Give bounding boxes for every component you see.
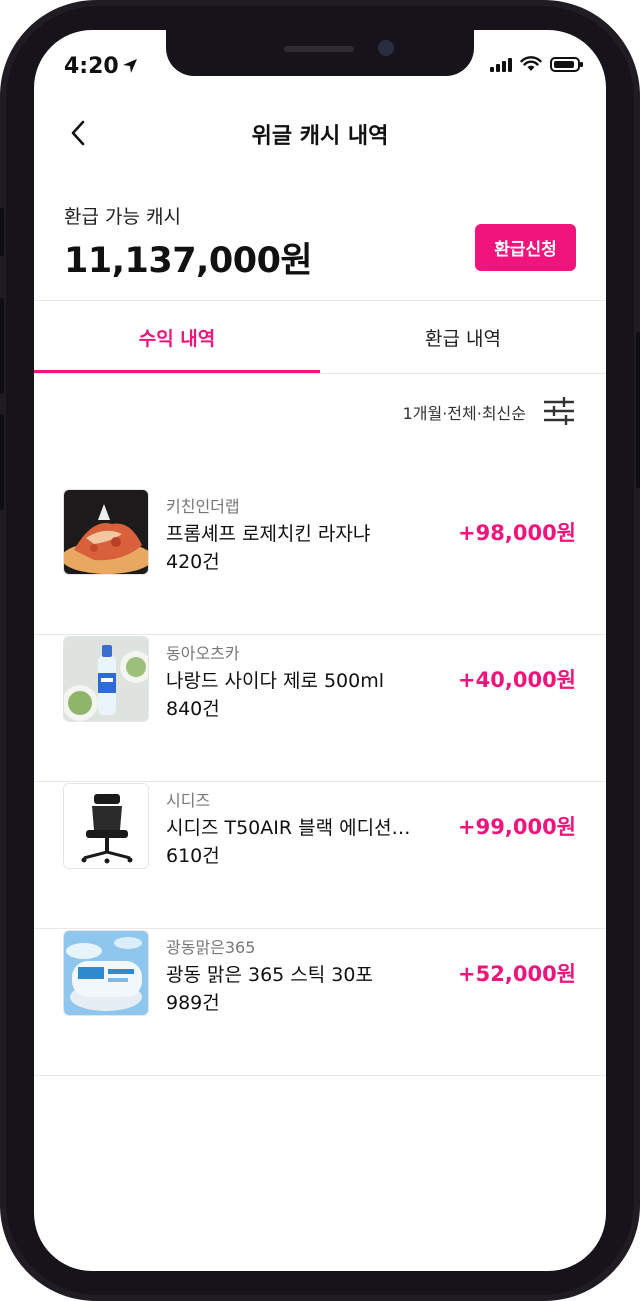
speaker [284, 46, 354, 52]
tab-earnings[interactable]: 수익 내역 [34, 301, 320, 373]
supplement-box-image [64, 931, 148, 1015]
divider [34, 1075, 606, 1076]
side-button-left-2 [0, 298, 4, 394]
front-camera [378, 40, 394, 56]
header: 위글 캐시 내역 [34, 100, 606, 166]
wifi-icon [520, 56, 542, 71]
side-button-left-3 [0, 414, 4, 510]
product-thumbnail [63, 783, 149, 869]
product-thumbnail [63, 930, 149, 1016]
brand-name: 시디즈 [166, 791, 211, 810]
lasagna-image [64, 490, 148, 574]
office-chair-image [64, 784, 148, 868]
refund-request-button[interactable]: 환급신청 [475, 224, 576, 271]
phone-frame: 4:20 위글 캐시 내역 환급 가능 캐시 11,137,000원 환급신청 [0, 0, 640, 1301]
product-thumbnail [63, 489, 149, 575]
earning-list-item[interactable]: 키친인더랩 프롬셰프 로제치킨 라자냐 420건 +98,000원 [34, 489, 606, 635]
page-title: 위글 캐시 내역 [251, 124, 389, 149]
refundable-cash-label: 환급 가능 캐시 [64, 206, 181, 228]
earning-amount: +99,000원 [458, 815, 576, 839]
order-count: 420건 [166, 551, 220, 573]
soda-bottle-image [64, 637, 148, 721]
product-name: 시디즈 T50AIR 블랙 에디션… [166, 817, 411, 839]
battery-icon [550, 57, 583, 72]
signal-icon [490, 56, 512, 72]
filter-summary[interactable]: 1개월·전체·최신순 [403, 400, 526, 424]
product-name: 나랑드 사이다 제로 500ml [166, 670, 385, 692]
side-button-right [636, 332, 640, 488]
tab-bar: 수익 내역 환급 내역 [34, 301, 606, 373]
notch [166, 30, 474, 76]
earning-list-item[interactable]: 동아오츠카 나랑드 사이다 제로 500ml 840건 +40,000원 [34, 636, 606, 782]
order-count: 610건 [166, 845, 220, 867]
phone-screen: 4:20 위글 캐시 내역 환급 가능 캐시 11,137,000원 환급신청 [34, 30, 606, 1271]
earning-list-item[interactable]: 광동맑은365 광동 맑은 365 스틱 30포 989건 +52,000원 [34, 930, 606, 1076]
product-name: 프롬셰프 로제치킨 라자냐 [166, 523, 371, 545]
earning-list-item[interactable]: 시디즈 시디즈 T50AIR 블랙 에디션… 610건 +99,000원 [34, 783, 606, 929]
status-time: 4:20 [64, 54, 119, 79]
order-count: 989건 [166, 992, 220, 1014]
product-name: 광동 맑은 365 스틱 30포 [166, 964, 373, 986]
brand-name: 광동맑은365 [166, 938, 256, 957]
filter-sliders-icon[interactable] [542, 396, 576, 426]
tab-refunds[interactable]: 환급 내역 [320, 301, 606, 373]
status-icons [490, 56, 583, 72]
refundable-cash-amount: 11,137,000원 [64, 241, 313, 281]
brand-name: 키친인더랩 [166, 497, 240, 516]
earning-amount: +40,000원 [458, 668, 576, 692]
tab-refunds-label: 환급 내역 [425, 327, 501, 350]
divider [34, 634, 606, 635]
divider [34, 928, 606, 929]
product-thumbnail [63, 636, 149, 722]
earning-amount: +52,000원 [458, 962, 576, 986]
divider [34, 373, 606, 374]
order-count: 840건 [166, 698, 220, 720]
side-button-left-1 [0, 208, 4, 256]
divider [34, 781, 606, 782]
brand-name: 동아오츠카 [166, 644, 240, 663]
earning-amount: +98,000원 [458, 521, 576, 545]
location-arrow-icon [123, 59, 137, 73]
tab-earnings-label: 수익 내역 [138, 327, 216, 350]
